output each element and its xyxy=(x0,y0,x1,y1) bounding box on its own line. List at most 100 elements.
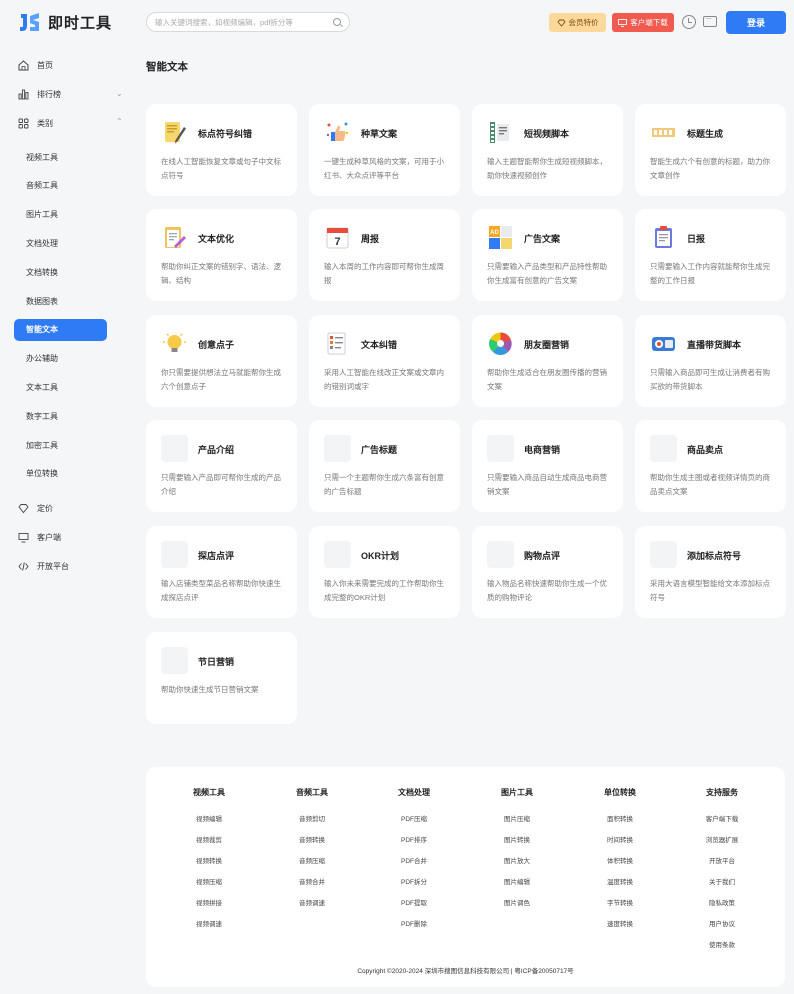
tool-card[interactable]: 日报 只需要输入工作内容就能帮你生成完整的工作日报 xyxy=(635,209,786,301)
footer-link[interactable]: 视频拼接 xyxy=(169,893,249,914)
sidebar-category-item[interactable]: 文本工具 xyxy=(14,376,107,398)
tool-card[interactable]: 标题生成智能生成六个有创意的标题，助力你文章创作 xyxy=(635,104,786,196)
sidebar-category-item[interactable]: 文档转换 xyxy=(14,261,107,283)
tool-card[interactable]: OKR计划 输入你未来需要完成的工作帮助你生成完整的OKR计划 xyxy=(309,526,460,618)
tool-card-description: 采用人工智能在线改正文案或文章内的错别词或字 xyxy=(324,368,444,391)
tool-card-description: 智能生成六个有创意的标题，助力你文章创作 xyxy=(650,157,770,180)
sidebar-category-item[interactable]: 文档处理 xyxy=(14,232,107,254)
footer-link[interactable]: 隐私政策 xyxy=(682,893,762,914)
footer-link[interactable]: PDF合并 xyxy=(374,851,454,872)
sidebar-item-open-platform[interactable]: 开放平台 xyxy=(18,556,69,576)
footer-link[interactable]: PDF提取 xyxy=(374,893,454,914)
footer-link[interactable]: 浏览器扩展 xyxy=(682,830,762,851)
footer-link[interactable]: 使用条款 xyxy=(682,935,762,956)
history-icon[interactable] xyxy=(682,15,696,29)
footer-link[interactable]: 视频转换 xyxy=(169,851,249,872)
footer-link[interactable]: 视频裁剪 xyxy=(169,830,249,851)
sidebar-category-item[interactable]: 单位转换 xyxy=(14,463,107,485)
client-download-button[interactable]: 客户端下载 xyxy=(612,13,674,32)
footer-link[interactable]: 音频压缩 xyxy=(272,851,352,872)
footer-link[interactable]: 字节转换 xyxy=(580,893,660,914)
tool-card[interactable]: 添加标点符号采用大语言模型智能给文本添加标点符号 xyxy=(635,526,786,618)
footer-link[interactable]: 音频调速 xyxy=(272,893,352,914)
footer-link[interactable]: 图片压缩 xyxy=(477,809,557,830)
footer-link[interactable]: 图片转换 xyxy=(477,830,557,851)
sidebar-category-item[interactable]: 加密工具 xyxy=(14,434,107,456)
sidebar-category-item[interactable]: 办公辅助 xyxy=(14,348,107,370)
footer-link[interactable]: PDF排序 xyxy=(374,830,454,851)
tool-card-title: 探店点评 xyxy=(198,551,235,561)
footer-link[interactable]: 视频压缩 xyxy=(169,872,249,893)
tool-card[interactable]: 创意点子 你只需要提供想法立马就能帮你生成六个创意点子 xyxy=(146,315,297,407)
footer-link[interactable]: PDF拆分 xyxy=(374,872,454,893)
footer-link[interactable]: 音频转换 xyxy=(272,830,352,851)
tool-card[interactable]: 短视频脚本 输入主题智能帮你生成短视频脚本，助你快速视频创作 xyxy=(472,104,623,196)
footer-link[interactable]: 面积转换 xyxy=(580,809,660,830)
chevron-down-icon[interactable]: ⌄ xyxy=(116,89,123,98)
sidebar-item-label: 客户端 xyxy=(37,532,61,542)
tool-card[interactable]: 产品介绍 只需要输入产品即可帮你生成的产品介绍 xyxy=(146,420,297,512)
tool-card[interactable]: 标点符号纠错 在线人工智能恢复文章或句子中文标点符号 xyxy=(146,104,297,196)
tool-card[interactable]: 电商营销 只需要输入商品自动生成商品电商营销文案 xyxy=(472,420,623,512)
logo[interactable]: 即时工具 xyxy=(18,10,112,34)
tool-card-description: 采用大语言模型智能给文本添加标点符号 xyxy=(650,579,770,602)
sidebar-category-item[interactable]: 音频工具 xyxy=(14,175,107,197)
footer-link[interactable]: 音频剪切 xyxy=(272,809,352,830)
chevron-up-icon[interactable]: ⌃ xyxy=(116,117,123,126)
tool-card[interactable]: 节日营销 帮助你快速生成节日营销文案 xyxy=(146,632,297,724)
message-icon[interactable] xyxy=(703,12,717,27)
tool-card[interactable]: 广告标题 只需一个主题帮你生成六条富有创意的广告标题 xyxy=(309,420,460,512)
footer-link[interactable]: PDF删除 xyxy=(374,914,454,935)
tool-card[interactable]: 文本优化 帮助你纠正文案的错别字、语法、逻辑、结构 xyxy=(146,209,297,301)
footer-link[interactable]: 图片编辑 xyxy=(477,872,557,893)
tool-card-title: 标题生成 xyxy=(687,129,724,139)
footer-link[interactable]: 时间转换 xyxy=(580,830,660,851)
search-box[interactable] xyxy=(146,12,350,32)
tool-card-description: 输入店铺类型菜品名称帮助你快速生成探店点评 xyxy=(161,579,281,602)
sidebar-category-item[interactable]: 数字工具 xyxy=(14,405,107,427)
sidebar-item-category[interactable]: 类别 xyxy=(18,113,53,133)
ad-icon: AD xyxy=(487,224,514,251)
footer-link[interactable]: 视频调速 xyxy=(169,914,249,935)
footer-link[interactable]: 图片调色 xyxy=(477,893,557,914)
tool-card[interactable]: 种草文案 一键生成种草风格的文案，可用于小红书、大众点评等平台 xyxy=(309,104,460,196)
tool-card[interactable]: 7 周报 输入本周的工作内容即可帮你生成周报 xyxy=(309,209,460,301)
search-icon[interactable] xyxy=(333,18,341,26)
footer-link[interactable]: 速度转换 xyxy=(580,914,660,935)
footer-column-title: 单位转换 xyxy=(604,788,636,797)
blank-icon xyxy=(161,435,188,462)
footer-link[interactable]: PDF压缩 xyxy=(374,809,454,830)
footer-link[interactable]: 温度转换 xyxy=(580,872,660,893)
footer-link[interactable]: 图片放大 xyxy=(477,851,557,872)
tool-card[interactable]: 文本纠错 采用人工智能在线改正文案或文章内的错别词或字 xyxy=(309,315,460,407)
login-button[interactable]: 登录 xyxy=(726,11,786,34)
footer-column: 视频工具 视频编辑 视频裁剪 视频转换 视频压缩 视频拼接 视频调速 xyxy=(169,787,249,935)
sidebar-item-pricing[interactable]: 定价 xyxy=(18,498,53,518)
sidebar-category-item[interactable]: 视频工具 xyxy=(14,146,107,168)
sidebar-item-ranking[interactable]: 排行榜 xyxy=(18,84,61,104)
tool-card-description: 帮助你纠正文案的错别字、语法、逻辑、结构 xyxy=(161,262,281,285)
tool-card[interactable]: 购物点评 输入物品名称快速帮助你生成一个优质的购物评论 xyxy=(472,526,623,618)
footer-link[interactable]: 体积转换 xyxy=(580,851,660,872)
tool-card[interactable]: AD 广告文案 只需要输入产品类型和产品特性帮助你生成富有创意的广告文案 xyxy=(472,209,623,301)
tool-card[interactable]: 商品卖点 帮助你生成主图或者视频详情页的商品卖点文案 xyxy=(635,420,786,512)
footer-link[interactable]: 客户端下载 xyxy=(682,809,762,830)
tool-card[interactable]: 探店点评输入店铺类型菜品名称帮助你快速生成探店点评 xyxy=(146,526,297,618)
tool-card-title: 添加标点符号 xyxy=(687,551,742,561)
calendar-7-icon: 7 xyxy=(324,224,351,251)
tool-card[interactable]: 直播带货脚本 只需输入商品即可生成让消费者有购买欲的带货脚本 xyxy=(635,315,786,407)
tool-card[interactable]: 朋友圈营销 帮助你生成适合在朋友圈传播的营销文案 xyxy=(472,315,623,407)
footer-link[interactable]: 音频合并 xyxy=(272,872,352,893)
footer-link[interactable]: 关于我们 xyxy=(682,872,762,893)
footer-link[interactable]: 视频编辑 xyxy=(169,809,249,830)
search-input[interactable] xyxy=(155,17,333,27)
footer-link[interactable]: 用户协议 xyxy=(682,914,762,935)
footer-link[interactable]: 开放平台 xyxy=(682,851,762,872)
vip-price-button[interactable]: 会员特价 xyxy=(549,13,606,32)
sidebar-category-item[interactable]: 图片工具 xyxy=(14,204,107,226)
sidebar-category-item[interactable]: 数据图表 xyxy=(14,290,107,312)
color-wheel-icon xyxy=(487,330,514,357)
sidebar-category-item[interactable]: 智能文本 xyxy=(14,318,107,341)
sidebar-item-client[interactable]: 客户端 xyxy=(18,527,61,547)
sidebar-item-home[interactable]: 首页 xyxy=(18,55,53,75)
